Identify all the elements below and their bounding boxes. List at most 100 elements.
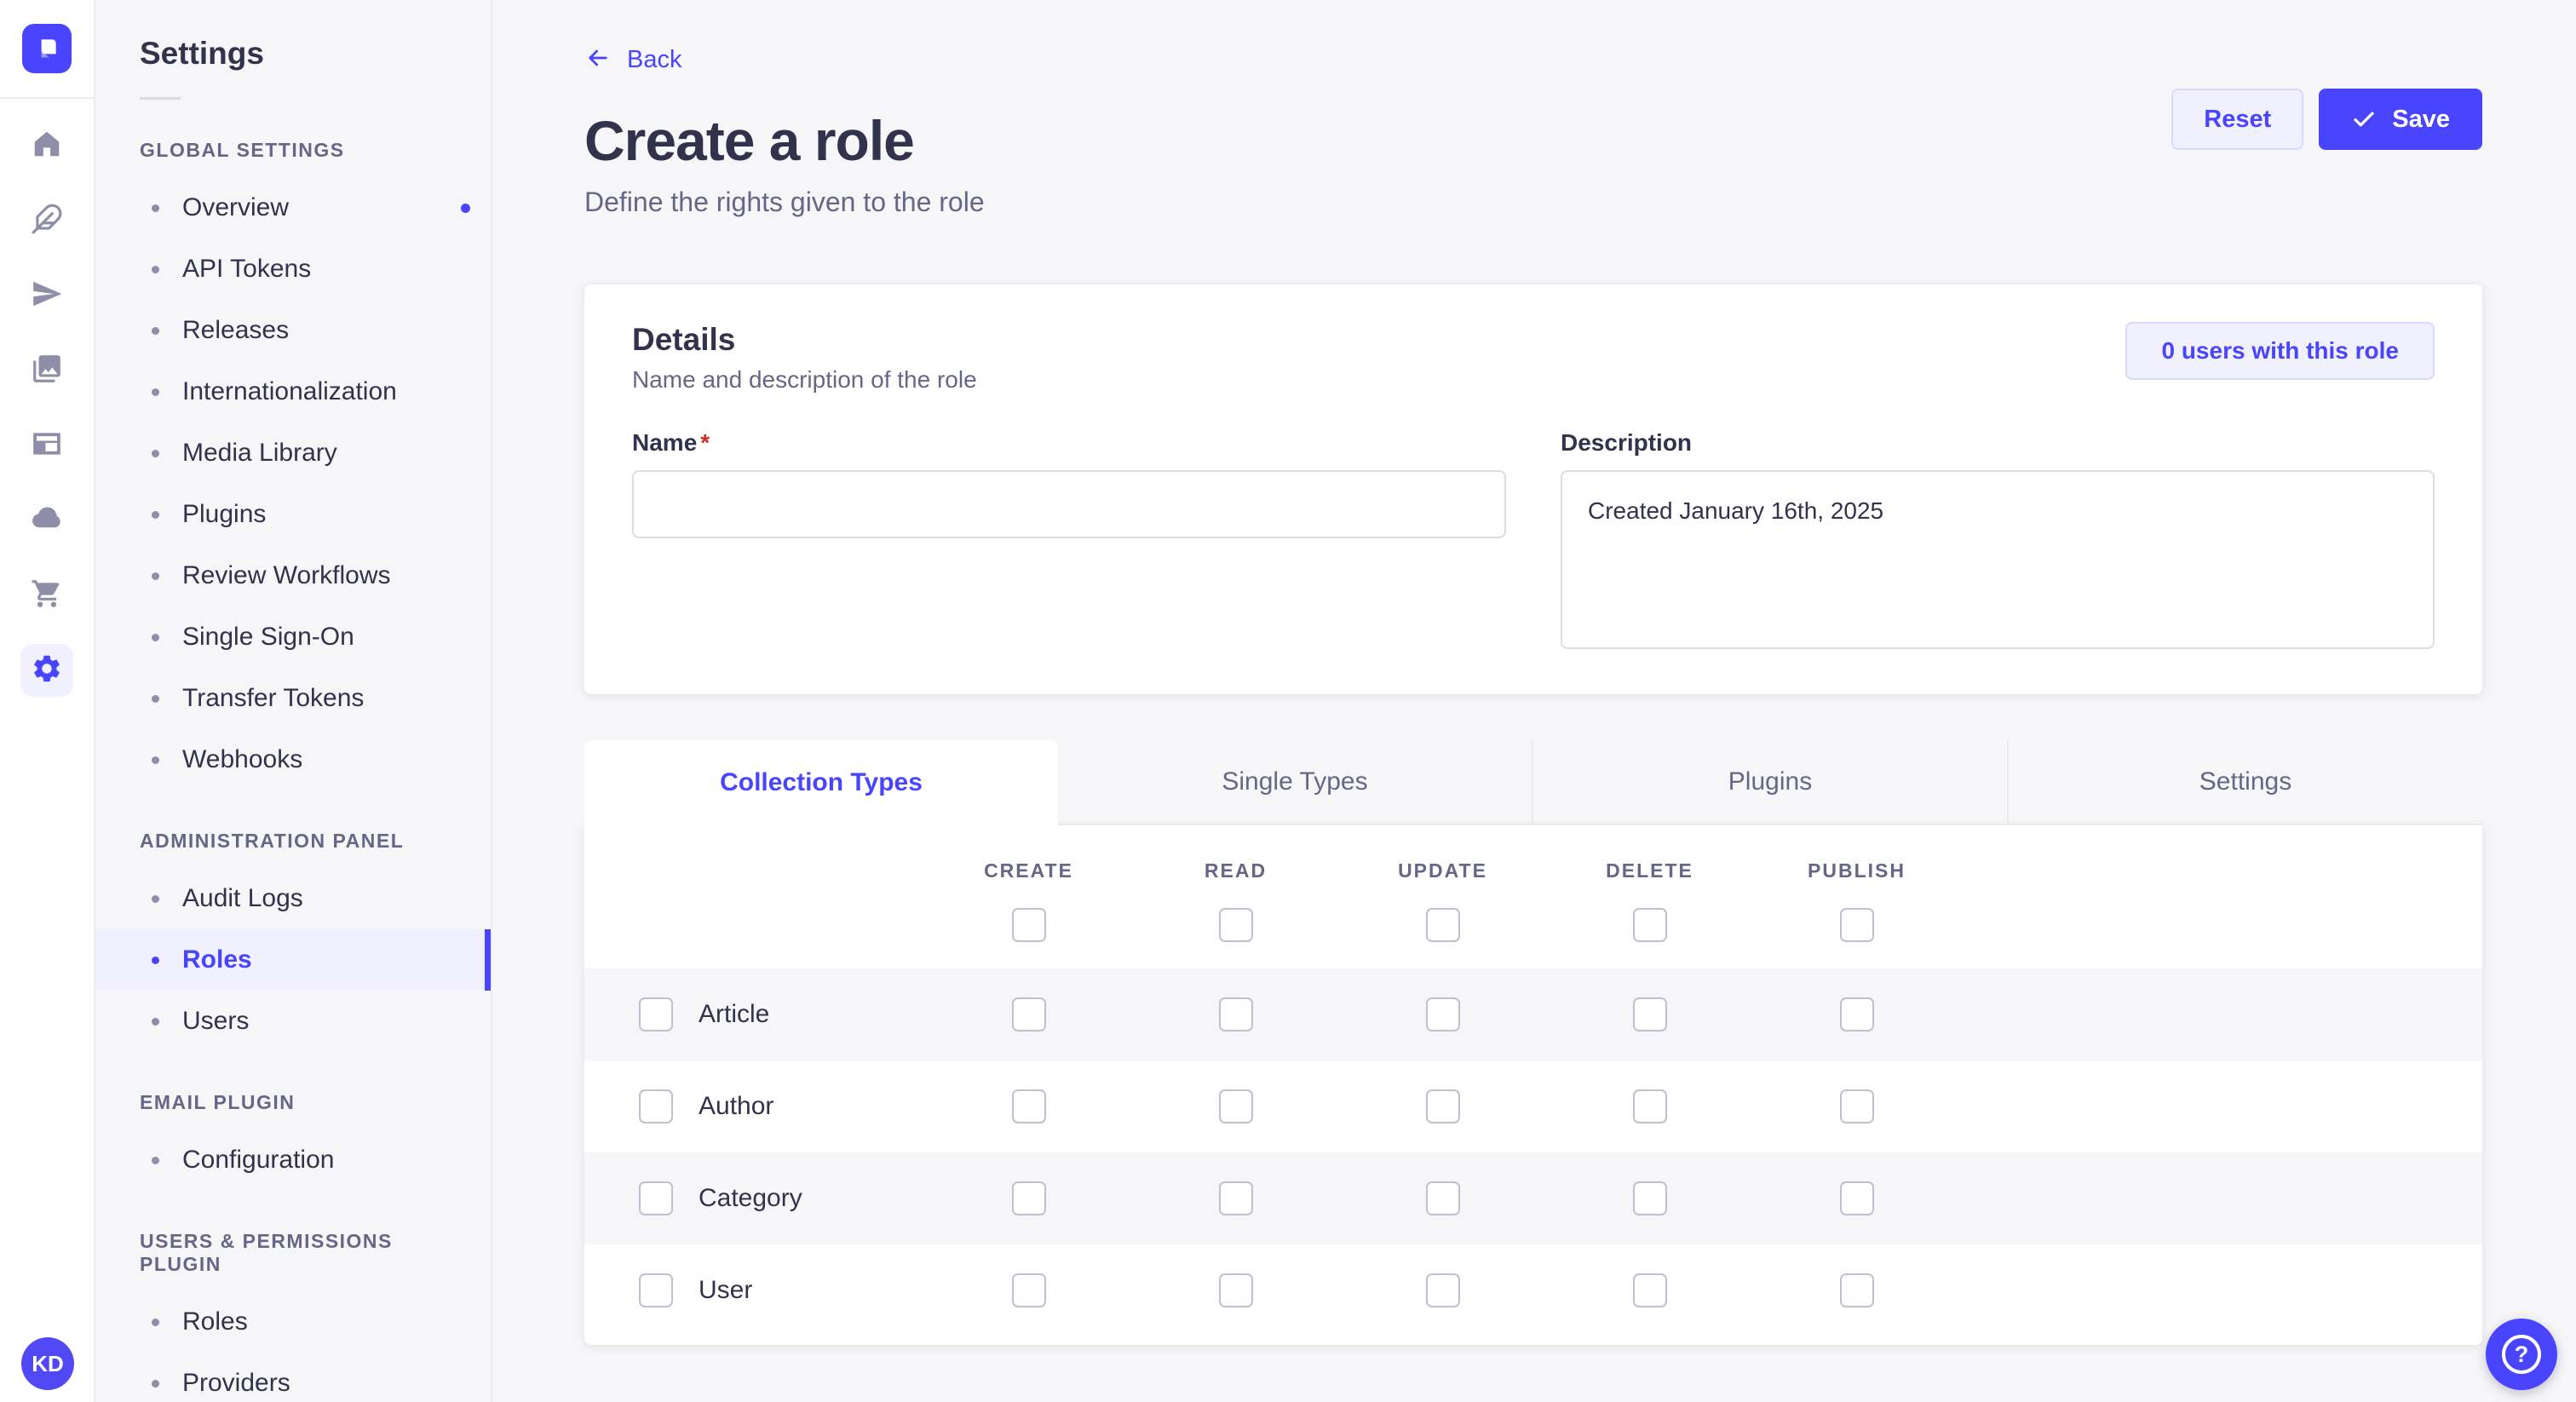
tab-plugins[interactable]: Plugins	[1532, 740, 2007, 825]
rail-item-marketplace[interactable]	[20, 569, 73, 622]
table-row-user: User	[584, 1244, 2482, 1336]
sidebar-item-media-library[interactable]: Media Library	[95, 422, 491, 484]
sidebar-section-label: EMAIL PLUGIN	[140, 1091, 470, 1114]
select-all-update-checkbox[interactable]	[1426, 908, 1460, 942]
save-button[interactable]: Save	[2319, 89, 2482, 150]
sidebar-item-audit-logs[interactable]: Audit Logs	[95, 868, 491, 929]
select-all-read-checkbox[interactable]	[1219, 908, 1253, 942]
checkbox-user-publish[interactable]	[1840, 1273, 1874, 1307]
sidebar-item-releases[interactable]: Releases	[95, 300, 491, 361]
rail-item-media[interactable]	[20, 344, 73, 397]
back-link[interactable]: Back	[584, 44, 681, 76]
rail-icon-list	[20, 119, 73, 697]
select-all-publish-checkbox[interactable]	[1840, 908, 1874, 942]
rail-item-content[interactable]	[20, 194, 73, 247]
user-avatar[interactable]: KD	[21, 1337, 74, 1390]
strapi-logo[interactable]	[22, 24, 72, 73]
checkbox-author-read[interactable]	[1219, 1089, 1253, 1123]
checkbox-author-create[interactable]	[1012, 1089, 1046, 1123]
sidebar-item-roles-2[interactable]: Roles	[95, 1291, 491, 1353]
cell-category-delete	[1546, 1152, 1753, 1244]
sidebar-item-roles[interactable]: Roles	[95, 929, 491, 991]
bullet-icon	[152, 1319, 159, 1326]
back-label: Back	[627, 46, 681, 74]
row-name-cell: Category	[584, 1152, 925, 1244]
sidebar-item-label: Plugins	[182, 500, 266, 529]
sidebar-item-api-tokens[interactable]: API Tokens	[95, 238, 491, 300]
cell-category-read	[1132, 1152, 1339, 1244]
column-read: READ	[1132, 825, 1339, 968]
details-subtitle: Name and description of the role	[632, 366, 977, 394]
checkbox-article-read[interactable]	[1219, 997, 1253, 1031]
checkbox-author-delete[interactable]	[1633, 1089, 1667, 1123]
sidebar-title: Settings	[140, 36, 491, 72]
name-input[interactable]	[632, 470, 1506, 538]
row-checkbox-article[interactable]	[639, 997, 673, 1031]
checkbox-author-update[interactable]	[1426, 1089, 1460, 1123]
notification-dot-icon	[461, 204, 470, 213]
rail-item-settings[interactable]	[20, 644, 73, 697]
bullet-icon	[152, 266, 159, 273]
checkbox-category-create[interactable]	[1012, 1181, 1046, 1215]
rail-item-builder[interactable]	[20, 419, 73, 472]
row-checkbox-author[interactable]	[639, 1089, 673, 1123]
rail-item-home[interactable]	[20, 119, 73, 172]
cell-category-publish	[1753, 1152, 1960, 1244]
sidebar-item-users[interactable]: Users	[95, 991, 491, 1052]
checkbox-article-update[interactable]	[1426, 997, 1460, 1031]
paper-plane-icon	[31, 278, 63, 314]
checkbox-user-delete[interactable]	[1633, 1273, 1667, 1307]
check-icon	[2351, 106, 2377, 132]
checkbox-category-update[interactable]	[1426, 1181, 1460, 1215]
checkbox-category-publish[interactable]	[1840, 1181, 1874, 1215]
rail-item-deploy[interactable]	[20, 269, 73, 322]
table-row-author: Author	[584, 1060, 2482, 1152]
sidebar-item-configuration[interactable]: Configuration	[95, 1129, 491, 1191]
row-label: Category	[699, 1184, 802, 1213]
checkbox-user-read[interactable]	[1219, 1273, 1253, 1307]
checkbox-author-publish[interactable]	[1840, 1089, 1874, 1123]
checkbox-category-delete[interactable]	[1633, 1181, 1667, 1215]
sidebar-item-overview[interactable]: Overview	[95, 177, 491, 238]
select-all-delete-checkbox[interactable]	[1633, 908, 1667, 942]
sidebar-item-single-sign-on[interactable]: Single Sign-On	[95, 606, 491, 668]
sidebar-item-label: Users	[182, 1007, 249, 1036]
sidebar-item-plugins[interactable]: Plugins	[95, 484, 491, 545]
header-actions: Reset Save	[2171, 89, 2482, 150]
tab-label: Settings	[2199, 767, 2291, 796]
sidebar-item-webhooks[interactable]: Webhooks	[95, 729, 491, 790]
sidebar-item-providers[interactable]: Providers	[95, 1353, 491, 1402]
sidebar-item-review-workflows[interactable]: Review Workflows	[95, 545, 491, 606]
app-root: KD Settings GLOBAL SETTINGSOverviewAPI T…	[0, 0, 2576, 1402]
users-with-role-button[interactable]: 0 users with this role	[2125, 322, 2435, 380]
checkbox-category-read[interactable]	[1219, 1181, 1253, 1215]
bullet-icon	[152, 895, 159, 903]
permissions-table-body: ArticleAuthorCategoryUser	[584, 968, 2482, 1336]
tab-collection-types[interactable]: Collection Types	[584, 740, 1058, 825]
tab-single-types[interactable]: Single Types	[1058, 740, 1532, 825]
sidebar-item-internationalization[interactable]: Internationalization	[95, 361, 491, 422]
reset-button[interactable]: Reset	[2171, 89, 2303, 150]
sidebar-item-transfer-tokens[interactable]: Transfer Tokens	[95, 668, 491, 729]
checkbox-article-create[interactable]	[1012, 997, 1046, 1031]
checkbox-user-create[interactable]	[1012, 1273, 1046, 1307]
description-textarea[interactable]: Created January 16th, 2025	[1561, 470, 2435, 649]
help-glyph: ?	[2515, 1342, 2529, 1368]
rail-item-cloud[interactable]	[20, 494, 73, 547]
checkbox-article-delete[interactable]	[1633, 997, 1667, 1031]
bullet-icon	[152, 204, 159, 212]
checkbox-user-update[interactable]	[1426, 1273, 1460, 1307]
bullet-icon	[152, 957, 159, 964]
bullet-icon	[152, 572, 159, 580]
sidebar-item-label: Overview	[182, 193, 289, 222]
cell-author-create	[925, 1060, 1132, 1152]
help-button[interactable]: ?	[2486, 1319, 2557, 1390]
row-checkbox-user[interactable]	[639, 1273, 673, 1307]
checkbox-article-publish[interactable]	[1840, 997, 1874, 1031]
tab-settings[interactable]: Settings	[2007, 740, 2482, 825]
select-all-create-checkbox[interactable]	[1012, 908, 1046, 942]
tab-label: Plugins	[1728, 767, 1812, 796]
row-checkbox-category[interactable]	[639, 1181, 673, 1215]
save-label: Save	[2392, 106, 2450, 134]
cell-article-update	[1339, 968, 1546, 1060]
